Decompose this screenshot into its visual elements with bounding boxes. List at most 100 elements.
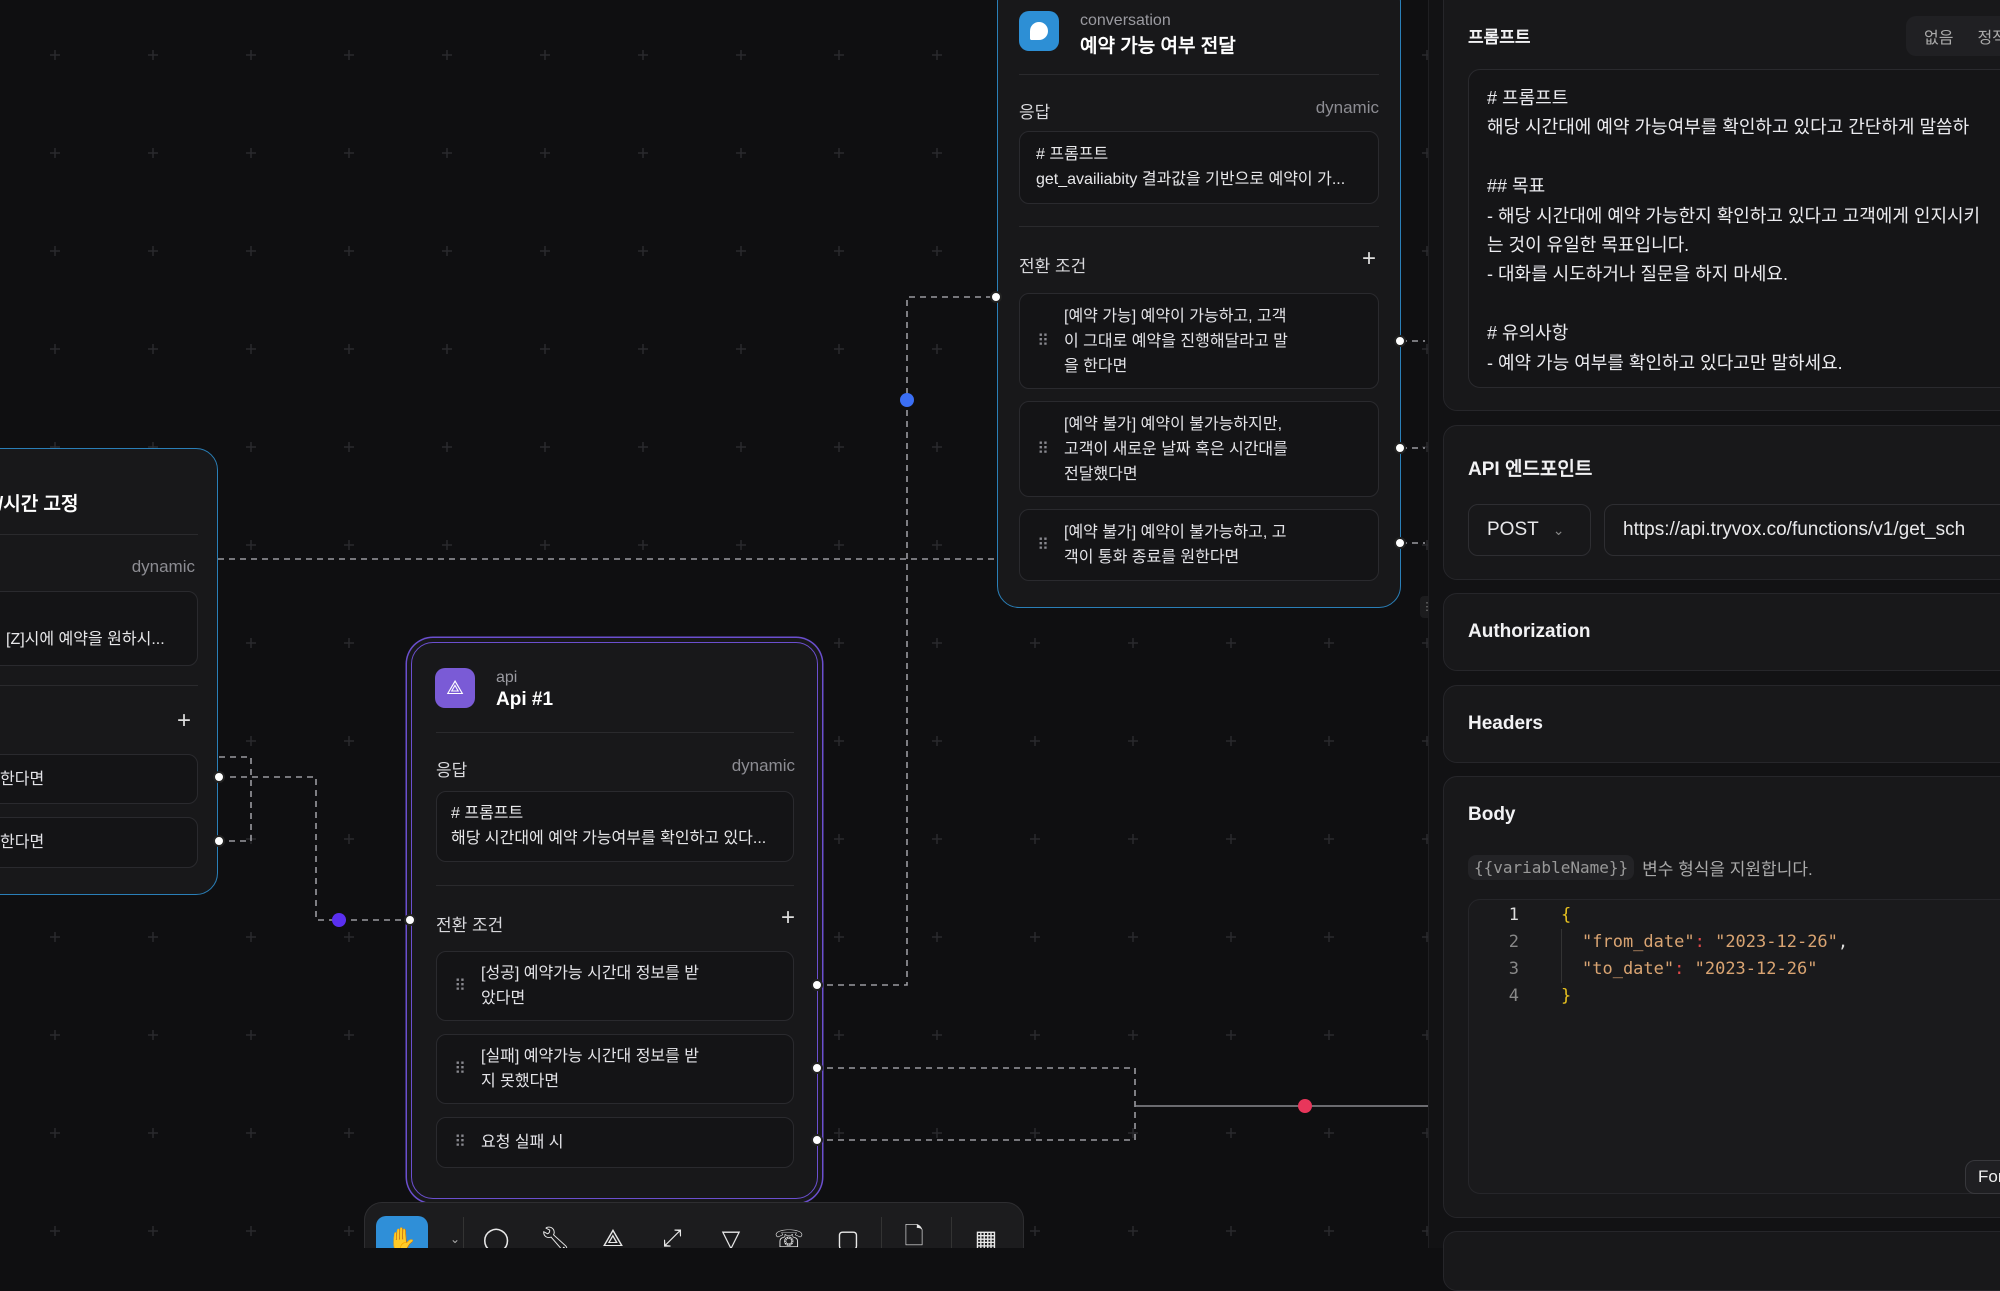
condition-item[interactable]: ⠿요청 실패 시 [436,1117,794,1168]
code-line: 1{ [1469,902,2000,929]
grid-tool-button[interactable]: ▦ [966,1219,1006,1248]
file-tool-button[interactable]: 🗋︎ [894,1219,934,1248]
headers-label: Headers [1468,713,1543,735]
line-number: 2 [1469,929,1519,956]
condition-line: [실패] 예약가능 시간대 정보를 받 [481,1044,699,1069]
prompt-preview[interactable]: # 프롬프트 해당 시간대에 예약 가능여부를 확인하고 있다... [436,791,794,862]
node-title: 예약 가능 여부 전달 [1080,31,1236,58]
response-mode: dynamic [732,756,795,776]
condition-item[interactable]: 한다면 [0,754,198,804]
body-code-editor[interactable]: 1{2"from_date": "2023-12-26",3"to_date":… [1468,899,2000,1194]
input-handle[interactable] [404,914,416,926]
properties-panel: 프롬프트 없음 정적 # 프롬프트해당 시간대에 예약 가능여부를 확인하고 있… [1428,0,2000,1248]
drag-handle-icon[interactable]: ⠿ [437,974,481,999]
response-mode: dynamic [1316,98,1379,118]
edge-midpoint-purple [332,913,346,927]
condition-line: [예약 불가] 예약이 불가능하지만, [1064,412,1288,437]
divider [0,534,198,535]
body-section: Body {{variableName}} 변수 형식을 지원합니다. 1{2"… [1443,776,2000,1218]
input-handle[interactable] [990,291,1002,303]
output-handle[interactable] [811,1062,823,1074]
code-token: : [1674,959,1694,979]
line-number: 3 [1469,956,1519,983]
canvas-toolbar: ✋ ⌄ ◯ 🔧︎ ⟁ ⤢ ▽ ☏ ▢ 🗋︎ ▦ [364,1202,1024,1248]
condition-line: 았다면 [481,986,699,1011]
prompt-line: 해당 시간대에 예약 가능여부를 확인하고 있다고 간단하게 말씀하 [1487,113,2000,142]
toolbar-separator [881,1217,882,1248]
prompt-preview[interactable]: [Z]시에 예약을 원하시... [0,591,198,666]
code-token: "2023-12-26" [1715,932,1838,952]
comment-tool-button[interactable]: ◯ [476,1219,516,1248]
node-conversation[interactable]: conversation 예약 가능 여부 전달 응답 dynamic # 프롬… [997,0,1401,608]
code-token: { [1561,905,1571,925]
prompt-text: get_availiabity 결과값을 기반으로 예약이 가... [1036,167,1362,192]
output-handle[interactable] [213,835,225,847]
condition-line: 을 한다면 [1064,354,1288,379]
variable-hint: {{variableName}} 변수 형식을 지원합니다. [1468,855,1813,880]
tab-static[interactable]: 정적 [1977,24,2000,48]
webhook-tool-button[interactable]: ⟁ [593,1219,633,1248]
condition-item[interactable]: 한다면 [0,817,198,868]
condition-text: 한다면 [0,830,44,855]
condition-item[interactable]: ⠿[예약 불가] 예약이 불가능하지만,고객이 새로운 날짜 혹은 시간대를전달… [1019,401,1379,497]
headers-section[interactable]: Headers [1443,685,2000,763]
drag-handle-icon[interactable]: ⠿ [437,1057,481,1082]
chat-bubble-icon [1019,11,1059,51]
condition-item[interactable]: ⠿[성공] 예약가능 시간대 정보를 받았다면 [436,951,794,1021]
response-mode: dynamic [132,557,195,577]
url-input[interactable]: https://api.tryvox.co/functions/v1/get_s… [1604,504,2000,556]
prompt-line: - 해당 시간대에 예약 가능한지 확인하고 있다고 고객에게 인지시키 [1487,202,2000,231]
output-handle[interactable] [811,1134,823,1146]
toolbar-separator [951,1217,952,1248]
add-condition-button[interactable]: + [177,707,191,735]
output-handle[interactable] [1394,537,1406,549]
wrench-tool-button[interactable]: 🔧︎ [535,1219,575,1248]
prompt-line: ## 목표 [1487,172,2000,201]
output-handle[interactable] [213,771,225,783]
toolbar-separator [463,1217,464,1248]
node-date-time-fixed[interactable]: 날짜/시간 고정 dynamic [Z]시에 예약을 원하시... + 한다면 … [0,448,218,895]
prompt-preview[interactable]: # 프롬프트 get_availiabity 결과값을 기반으로 예약이 가..… [1019,131,1379,204]
drag-handle-icon[interactable]: ⠿ [1020,329,1064,354]
condition-item[interactable]: ⠿[예약 가능] 예약이 가능하고, 고객이 그대로 예약을 진행해달라고 말을… [1019,293,1379,389]
authorization-section[interactable]: Authorization [1443,593,2000,671]
flow-canvas[interactable]: 날짜/시간 고정 dynamic [Z]시에 예약을 원하시... + 한다면 … [0,0,1428,1248]
hand-tool-button[interactable]: ✋ [376,1216,428,1248]
prompt-label: 프롬프트 [1468,23,1531,48]
add-condition-button[interactable]: + [1362,245,1376,273]
node-api[interactable]: ⟁ api Api #1 응답 dynamic # 프롬프트 해당 시간대에 예… [411,642,818,1199]
prompt-section: 프롬프트 없음 정적 # 프롬프트해당 시간대에 예약 가능여부를 확인하고 있… [1443,0,2000,411]
prompt-line: 는 것이 유일한 목표입니다. [1487,231,2000,260]
condition-line: 이 그대로 예약을 진행해달라고 말 [1064,329,1288,354]
condition-item[interactable]: ⠿[실패] 예약가능 시간대 정보를 받지 못했다면 [436,1034,794,1104]
condition-line: 고객이 새로운 날짜 혹은 시간대를 [1064,437,1288,462]
variable-hint-code: {{variableName}} [1468,855,1634,880]
filter-tool-button[interactable]: ▽ [711,1219,751,1248]
divider [1019,74,1379,75]
authorization-label: Authorization [1468,621,1590,643]
prompt-heading: # 프롬프트 [451,801,779,826]
condition-item[interactable]: ⠿[예약 불가] 예약이 불가능하고, 고객이 통화 종료를 원한다면 [1019,509,1379,581]
output-handle[interactable] [811,979,823,991]
drag-handle-icon[interactable]: ⠿ [1020,533,1064,558]
phone-forward-tool-button[interactable]: ☏ [769,1219,809,1248]
add-condition-button[interactable]: + [781,904,795,932]
condition-line: 요청 실패 시 [481,1130,564,1155]
prompt-textarea[interactable]: # 프롬프트해당 시간대에 예약 가능여부를 확인하고 있다고 간단하게 말씀하… [1468,69,2000,388]
tab-none[interactable]: 없음 [1924,24,1953,48]
drag-handle-icon[interactable]: ⠿ [1020,437,1064,462]
condition-line: 지 못했다면 [481,1069,699,1094]
chevron-down-icon[interactable]: ⌄ [435,1219,475,1248]
prompt-mode-tabs: 없음 정적 [1906,16,2000,56]
prompt-text: 해당 시간대에 예약 가능여부를 확인하고 있다... [451,826,779,851]
output-handle[interactable] [1394,442,1406,454]
drag-handle-icon[interactable]: ⠿ [437,1130,481,1155]
square-tool-button[interactable]: ▢ [828,1219,868,1248]
expand-tool-button[interactable]: ⤢ [652,1219,692,1248]
condition-text: 한다면 [0,767,44,792]
code-line: 3"to_date": "2023-12-26" [1469,956,2000,983]
output-handle[interactable] [1394,335,1406,347]
method-select[interactable]: POST⌄ [1468,504,1591,556]
format-button[interactable]: For [1965,1160,2000,1194]
edge-midpoint-red [1298,1099,1312,1113]
